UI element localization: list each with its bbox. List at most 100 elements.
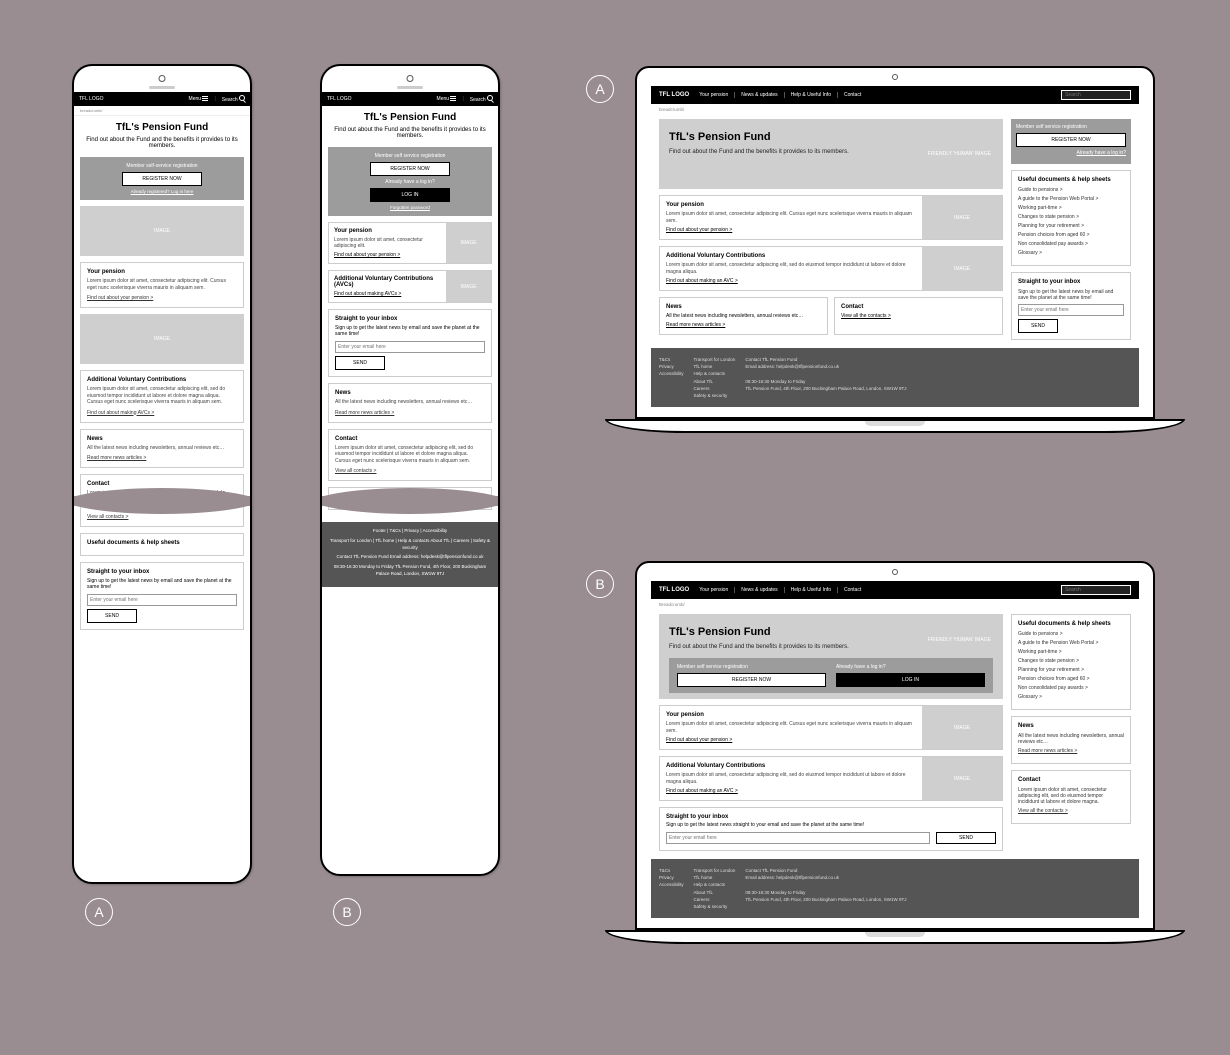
image-placeholder: IMAGE: [446, 223, 491, 263]
send-button[interactable]: SEND: [335, 356, 385, 370]
search-button[interactable]: Search: [222, 95, 245, 103]
doc-link[interactable]: Glossary >: [1018, 694, 1124, 700]
camera-dot: [407, 75, 414, 82]
contact-link[interactable]: View all contacts >: [335, 468, 485, 474]
search-icon: [487, 95, 493, 101]
camera-dot: [159, 75, 166, 82]
doc-link[interactable]: A guide to the Pension Web Portal >: [1018, 640, 1124, 646]
register-button[interactable]: REGISTER NOW: [677, 673, 826, 687]
laptop-base: [605, 419, 1185, 433]
doc-link[interactable]: Guide to pensions >: [1018, 631, 1124, 637]
send-button[interactable]: SEND: [1018, 319, 1058, 333]
news-link[interactable]: Read more news articles >: [335, 410, 485, 416]
inbox-signup: Straight to your inbox Sign up to get th…: [328, 309, 492, 377]
email-input[interactable]: [666, 832, 930, 844]
variant-badge-a: A: [85, 898, 113, 926]
nav-help[interactable]: Help & Useful Info: [784, 587, 831, 593]
your-pension-link[interactable]: Find out about your pension >: [334, 252, 437, 258]
email-input[interactable]: [335, 341, 485, 353]
laptop-base: [605, 930, 1185, 944]
news-link[interactable]: Read more news articles >: [1018, 748, 1124, 754]
avc-link[interactable]: Find out about making an AVC >: [666, 278, 916, 284]
email-input[interactable]: [1018, 304, 1124, 316]
docs-card: Useful documents & help sheets Guide to …: [1011, 614, 1131, 710]
logo: TFL LOGO: [659, 587, 689, 593]
your-pension-link[interactable]: Find out about your pension >: [666, 227, 916, 233]
search-input[interactable]: [1061, 585, 1131, 595]
mobile-variant-a: TFL LOGO Menu | Search breadcrumb/ TfL's…: [72, 64, 252, 884]
login-link[interactable]: Already have a log in?: [1016, 150, 1126, 156]
contact-card: Contact View all the contacts >: [834, 297, 1003, 335]
docs-card: Useful documents & help sheets Guide to …: [1011, 170, 1131, 266]
avc-card: Additional Voluntary Contributions (AVCs…: [328, 270, 492, 303]
your-pension-link[interactable]: Find out about your pension >: [87, 295, 237, 301]
hero-image-placeholder: FRIENDLY 'HUMAN' IMAGE: [928, 637, 991, 643]
doc-link[interactable]: Working part-time >: [1018, 649, 1124, 655]
doc-link[interactable]: Non consolidated pay awards >: [1018, 685, 1124, 691]
camera-dot: [892, 569, 898, 575]
mobile-topbar: TFL LOGO Menu | Search: [74, 92, 250, 106]
docs-card[interactable]: Useful documents & help sheets: [80, 533, 244, 556]
login-link[interactable]: Already registered? Log in here: [86, 189, 238, 194]
nav-news[interactable]: News & updates: [734, 92, 777, 98]
avc-link[interactable]: Find out about making AVCs >: [87, 410, 237, 416]
doc-link[interactable]: Working part-time >: [1018, 205, 1124, 211]
page-tagline: Find out about the Fund and the benefits…: [669, 644, 849, 650]
page-tagline: Find out about the Fund and the benefits…: [80, 137, 244, 149]
news-card: News All the latest news including newsl…: [80, 429, 244, 469]
register-button[interactable]: REGISTER NOW: [370, 162, 450, 176]
doc-link[interactable]: Guide to pensions >: [1018, 187, 1124, 193]
doc-link[interactable]: Pension choices from aged 60 >: [1018, 232, 1124, 238]
forgot-password-link[interactable]: Forgotten password: [334, 205, 486, 210]
search-button[interactable]: Search: [470, 95, 493, 103]
login-button[interactable]: LOG IN: [370, 188, 450, 202]
contact-card: Contact Lorem ipsum dolor sit amet, cons…: [328, 429, 492, 482]
logo: TFL LOGO: [659, 92, 689, 98]
send-button[interactable]: SEND: [936, 832, 996, 844]
doc-link[interactable]: Changes to state pension >: [1018, 214, 1124, 220]
contact-link[interactable]: View all contacts >: [87, 514, 237, 520]
doc-link[interactable]: Planning for your retirement >: [1018, 667, 1124, 673]
inbox-signup: Straight to your inbox Sign up to get th…: [80, 562, 244, 630]
contact-link[interactable]: View all the contacts >: [841, 313, 996, 319]
doc-link[interactable]: Pension choices from aged 60 >: [1018, 676, 1124, 682]
desktop-footer: T&Cs Privacy Accessibility Transport for…: [651, 859, 1139, 918]
your-pension-card: Your pension Lorem ipsum dolor sit amet,…: [328, 222, 492, 264]
nav-news[interactable]: News & updates: [734, 587, 777, 593]
avc-card: Additional Voluntary Contributions Lorem…: [659, 246, 1003, 291]
nav-your-pension[interactable]: Your pension: [699, 587, 728, 593]
your-pension-link[interactable]: Find out about your pension >: [666, 737, 916, 743]
image-placeholder: IMAGE: [80, 314, 244, 364]
nav-your-pension[interactable]: Your pension: [699, 92, 728, 98]
doc-link[interactable]: Non consolidated pay awards >: [1018, 241, 1124, 247]
nav-contact[interactable]: Contact: [837, 587, 861, 593]
page-tagline: Find out about the Fund and the benefits…: [328, 127, 492, 139]
image-placeholder: IMAGE: [446, 271, 491, 302]
login-button[interactable]: LOG IN: [836, 673, 985, 687]
nav-help[interactable]: Help & Useful Info: [784, 92, 831, 98]
hero: TfL's Pension Fund Find out about the Fu…: [659, 119, 1003, 189]
news-link[interactable]: Read more news articles >: [666, 322, 821, 328]
avc-link[interactable]: Find out about making an AVC >: [666, 788, 916, 794]
doc-link[interactable]: A guide to the Pension Web Portal >: [1018, 196, 1124, 202]
menu-button[interactable]: Menu: [189, 96, 209, 102]
news-link[interactable]: Read more news articles >: [87, 455, 237, 461]
speaker-slot: [397, 86, 423, 89]
register-button[interactable]: REGISTER NOW: [122, 172, 202, 186]
email-input[interactable]: [87, 594, 237, 606]
menu-button[interactable]: Menu: [437, 96, 457, 102]
search-input[interactable]: [1061, 90, 1131, 100]
contact-link[interactable]: View all the contacts >: [1018, 808, 1124, 814]
laptop-variant-a: TFL LOGO Your pension News & updates Hel…: [635, 66, 1185, 433]
doc-link[interactable]: Changes to state pension >: [1018, 658, 1124, 664]
inbox-signup: Straight to your inbox Sign up to get th…: [1011, 272, 1131, 340]
image-placeholder: IMAGE: [922, 757, 1002, 800]
doc-link[interactable]: Planning for your retirement >: [1018, 223, 1124, 229]
page-title: TfL's Pension Fund: [80, 122, 244, 133]
doc-link[interactable]: Glossary >: [1018, 250, 1124, 256]
register-button[interactable]: REGISTER NOW: [1016, 133, 1126, 147]
image-placeholder: IMAGE: [922, 196, 1002, 239]
send-button[interactable]: SEND: [87, 609, 137, 623]
avc-link[interactable]: Find out about making AVCs >: [334, 291, 437, 297]
nav-contact[interactable]: Contact: [837, 92, 861, 98]
